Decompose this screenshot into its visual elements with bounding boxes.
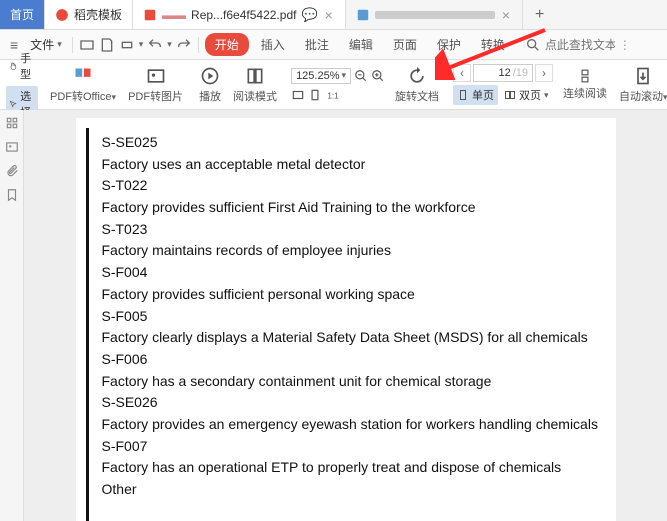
doc-line: Factory maintains records of employee in…	[102, 240, 608, 262]
fit-width-icon[interactable]	[291, 88, 305, 102]
attachment-icon[interactable]	[5, 164, 19, 178]
actual-size-icon[interactable]: 1:1	[325, 88, 339, 102]
doc-line: S-SE025	[102, 132, 608, 154]
close-icon[interactable]: ×	[500, 7, 512, 23]
doc-line: S-F005	[102, 306, 608, 328]
doc-line: Factory uses an acceptable metal detecto…	[102, 154, 608, 176]
doc-line: S-F007	[102, 436, 608, 458]
print-dropdown[interactable]: ▾	[139, 39, 144, 50]
tab-other[interactable]: ×	[346, 0, 523, 29]
doc-line: Factory clearly displays a Material Safe…	[102, 327, 608, 349]
pdf-icon	[143, 8, 157, 22]
rotate-icon	[407, 66, 427, 86]
main-tab-annotate[interactable]: 批注	[297, 32, 337, 57]
prev-page[interactable]: ‹	[453, 64, 471, 82]
save-icon[interactable]	[99, 37, 115, 53]
play-icon	[200, 66, 220, 86]
left-sidebar	[0, 110, 24, 521]
page-margin-bar	[86, 128, 89, 521]
view-single[interactable]: 单页	[453, 85, 498, 105]
search-box[interactable]: ⋮	[525, 37, 631, 53]
toolbar: ≡ 文件▾ ▾ ▾ 开始 插入 批注 编辑 页面 保护 转换 ⋮	[0, 30, 667, 60]
print-icon[interactable]	[119, 37, 135, 53]
tab-templates[interactable]: 稻壳模板	[45, 0, 133, 29]
doc-line: Factory provides an emergency eyewash st…	[102, 414, 608, 436]
zoom-out-icon[interactable]	[354, 69, 368, 83]
doc-line: Factory has a secondary containment unit…	[102, 371, 608, 393]
pdf-page: S-SE025Factory uses an acceptable metal …	[76, 118, 616, 521]
hand-tool[interactable]: 手型	[6, 48, 38, 84]
view-double[interactable]: 双页▾	[500, 85, 553, 105]
cursor-icon	[9, 98, 17, 110]
pdf-to-office[interactable]: PDF转Office▾	[44, 60, 122, 109]
doc-line: Factory provides sufficient personal wor…	[102, 284, 608, 306]
double-page-icon	[504, 89, 516, 101]
zoom-in-icon[interactable]	[371, 69, 385, 83]
next-page[interactable]: ›	[535, 64, 553, 82]
tab-bar: 首页 稻壳模板 ▬▬Rep...f6e4f5422.pdf 💬 × × +	[0, 0, 667, 30]
doc-line: Other	[102, 479, 608, 501]
thumbnails-icon[interactable]	[5, 116, 19, 130]
zoom-level[interactable]: 125.25%▾	[291, 68, 351, 84]
dao-icon	[55, 8, 69, 22]
main-tab-start[interactable]: 开始	[205, 33, 249, 56]
continuous-icon	[578, 69, 592, 83]
doc-line: S-T023	[102, 219, 608, 241]
bookmark-icon[interactable]	[5, 188, 19, 202]
tab-pdf-active[interactable]: ▬▬Rep...f6e4f5422.pdf 💬 ×	[133, 0, 346, 29]
tab-home[interactable]: 首页	[0, 0, 45, 29]
main-tab-insert[interactable]: 插入	[253, 32, 293, 57]
undo-icon[interactable]	[147, 37, 163, 53]
convert-office-icon	[73, 66, 93, 86]
play-button[interactable]: 播放	[193, 60, 227, 109]
page-number-input[interactable]: 12/19	[473, 64, 533, 82]
autoscroll-icon	[633, 66, 653, 86]
read-mode[interactable]: 阅读模式	[227, 60, 283, 109]
ribbon: 手型 选择 PDF转Office▾ PDF转图片 播放 阅读模式 125.25%…	[0, 60, 667, 110]
image-icon[interactable]	[5, 140, 19, 154]
doc-line: S-SE026	[102, 392, 608, 414]
search-icon	[525, 37, 541, 53]
main-tab-page[interactable]: 页面	[385, 32, 425, 57]
tab-add[interactable]: +	[523, 0, 556, 29]
open-icon[interactable]	[79, 37, 95, 53]
doc-line: Factory has an operational ETP to proper…	[102, 457, 608, 479]
redo-icon[interactable]	[176, 37, 192, 53]
doc-icon	[356, 8, 370, 22]
convert-image-icon	[146, 66, 166, 86]
fit-page-icon[interactable]	[308, 88, 322, 102]
close-icon[interactable]: ×	[323, 7, 335, 23]
comment-icon[interactable]: 💬	[301, 7, 317, 23]
tab-pdf-prefix: ▬▬	[162, 8, 186, 22]
doc-line: S-T022	[102, 175, 608, 197]
main-tab-protect[interactable]: 保护	[429, 32, 469, 57]
book-icon	[245, 66, 265, 86]
single-page-icon	[457, 89, 469, 101]
doc-line: S-F004	[102, 262, 608, 284]
hand-icon	[9, 60, 17, 72]
search-input[interactable]	[545, 38, 615, 52]
svg-text:1:1: 1:1	[327, 91, 339, 100]
pdf-to-image[interactable]: PDF转图片	[122, 60, 189, 109]
tab-placeholder	[375, 11, 495, 19]
rotate-doc[interactable]: 旋转文档	[389, 60, 445, 109]
doc-line: S-F006	[102, 349, 608, 371]
doc-line: Factory provides sufficient First Aid Tr…	[102, 197, 608, 219]
main-tab-edit[interactable]: 编辑	[341, 32, 381, 57]
main-tab-convert[interactable]: 转换	[473, 32, 513, 57]
auto-scroll[interactable]: 自动滚动▾	[613, 60, 667, 109]
continuous-read[interactable]: 连续阅读	[557, 60, 613, 109]
page-viewport[interactable]: S-SE025Factory uses an acceptable metal …	[24, 110, 667, 521]
